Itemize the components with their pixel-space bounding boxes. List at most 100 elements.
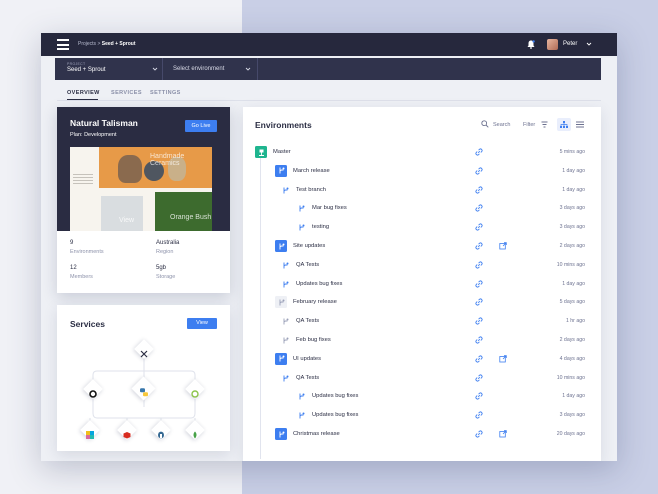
- environment-select[interactable]: Select environment: [173, 66, 224, 72]
- stat-storage: 5gb Storage: [156, 265, 175, 280]
- notification-bell-icon[interactable]: [527, 40, 535, 49]
- environment-row[interactable]: Mar bug fixes 3 days ago: [243, 200, 601, 218]
- elastic-icon: [86, 426, 94, 439]
- environment-name[interactable]: Mar bug fixes: [312, 205, 347, 211]
- environment-row[interactable]: Updates bug fixes 1 day ago: [243, 276, 601, 294]
- environment-timestamp: 3 days ago: [559, 205, 585, 212]
- link-icon[interactable]: [475, 185, 483, 194]
- link-icon[interactable]: [475, 298, 483, 306]
- environment-row[interactable]: QA Tests 1 hr ago: [243, 313, 601, 331]
- search-icon[interactable]: [481, 120, 489, 128]
- user-name[interactable]: Peter: [563, 41, 577, 47]
- environment-name[interactable]: February release: [293, 299, 337, 305]
- stat-value: 12: [70, 265, 77, 271]
- external-link-icon[interactable]: [499, 355, 507, 363]
- environment-name[interactable]: testing: [312, 224, 329, 230]
- environment-name[interactable]: Updates bug fixes: [296, 281, 342, 287]
- environment-row[interactable]: Feb bug fixes 2 days ago: [243, 332, 601, 350]
- link-icon[interactable]: [475, 279, 483, 288]
- menu-icon[interactable]: [57, 39, 69, 50]
- tab-settings[interactable]: SETTINGS: [150, 90, 181, 96]
- environment-name[interactable]: Master: [273, 149, 291, 155]
- tree-view-button[interactable]: [557, 118, 571, 131]
- environment-timestamp: 3 days ago: [559, 412, 585, 419]
- environment-row[interactable]: Site updates 2 days ago: [243, 238, 601, 256]
- environment-name[interactable]: UI updates: [293, 356, 321, 362]
- stat-members: 12 Members: [70, 265, 93, 280]
- environment-timestamp: 2 days ago: [559, 337, 585, 343]
- project-title: Natural Talisman: [70, 118, 138, 128]
- link-icon[interactable]: [475, 430, 483, 438]
- link-icon[interactable]: [475, 261, 483, 269]
- project-label: PROJECT: [67, 62, 86, 66]
- environment-name[interactable]: Test branch: [296, 187, 326, 193]
- sub-branch-icon: [283, 375, 289, 382]
- sub-branch-icon: [283, 262, 289, 269]
- link-icon[interactable]: [475, 411, 483, 419]
- link-icon[interactable]: [475, 204, 483, 212]
- environment-row[interactable]: March release 1 day ago: [243, 163, 601, 181]
- breadcrumb-root[interactable]: Projects: [78, 41, 96, 47]
- external-link-icon[interactable]: [499, 430, 507, 438]
- site-preview[interactable]: Handmade Ceramics View Orange Bush: [70, 147, 212, 231]
- go-live-button[interactable]: Go Live: [185, 120, 217, 132]
- link-icon[interactable]: [475, 317, 483, 325]
- environment-timestamp: 1 day ago: [562, 186, 585, 193]
- link-icon[interactable]: [475, 373, 483, 382]
- link-icon[interactable]: [475, 336, 483, 344]
- link-icon[interactable]: [475, 355, 483, 363]
- environment-name[interactable]: Updates bug fixes: [312, 393, 358, 399]
- environment-row[interactable]: Master 5 mins ago: [243, 144, 601, 162]
- environment-timestamp: 20 days ago: [556, 431, 585, 437]
- tab-overview[interactable]: OVERVIEW: [67, 90, 100, 96]
- environment-row[interactable]: QA Tests 10 mins ago: [243, 370, 601, 388]
- environment-row[interactable]: February release 5 days ago: [243, 294, 601, 312]
- environment-row[interactable]: Christmas release 20 days ago: [243, 426, 601, 444]
- breadcrumb: Projects > Seed + Sprout: [78, 41, 136, 47]
- sub-branch-icon: [299, 393, 305, 400]
- sub-branch-icon: [299, 205, 305, 212]
- environment-name[interactable]: QA Tests: [296, 262, 319, 268]
- breadcrumb-current: Seed + Sprout: [101, 41, 136, 47]
- environment-name[interactable]: Feb bug fixes: [296, 337, 331, 343]
- sub-branch-icon: [283, 337, 289, 344]
- environment-name[interactable]: March release: [293, 168, 330, 174]
- sub-branch-icon: [283, 318, 289, 325]
- link-icon[interactable]: [475, 223, 483, 231]
- environment-timestamp: 1 day ago: [562, 280, 585, 287]
- external-link-icon[interactable]: [499, 242, 507, 250]
- environment-row[interactable]: Test branch 1 day ago: [243, 182, 601, 200]
- project-selector[interactable]: PROJECT Seed + Sprout: [67, 62, 106, 73]
- filter-button[interactable]: Filter: [523, 122, 535, 128]
- environment-row[interactable]: testing 3 days ago: [243, 219, 601, 237]
- stat-value: 9: [70, 240, 74, 246]
- filter-icon[interactable]: [541, 121, 548, 128]
- environment-row[interactable]: QA Tests 10 mins ago: [243, 257, 601, 275]
- tab-services[interactable]: SERVICES: [111, 90, 142, 96]
- chevron-down-icon[interactable]: [245, 66, 251, 72]
- master-branch-icon: [255, 146, 267, 158]
- chevron-down-icon[interactable]: [152, 66, 158, 72]
- environment-row[interactable]: Updates bug fixes 3 days ago: [243, 407, 601, 425]
- link-icon[interactable]: [475, 242, 483, 250]
- link-icon[interactable]: [475, 167, 483, 175]
- environment-timestamp: 3 days ago: [559, 224, 585, 231]
- branch-glyph-icon: [279, 167, 284, 174]
- environment-name[interactable]: Christmas release: [293, 431, 340, 437]
- environment-name[interactable]: QA Tests: [296, 318, 319, 324]
- link-icon[interactable]: [475, 148, 483, 156]
- environment-name[interactable]: Updates bug fixes: [312, 412, 358, 418]
- environment-name[interactable]: QA Tests: [296, 375, 319, 381]
- environment-row[interactable]: Updates bug fixes 1 day ago: [243, 388, 601, 406]
- environment-row[interactable]: UI updates 4 days ago: [243, 351, 601, 369]
- environment-name[interactable]: Site updates: [293, 243, 325, 249]
- search-button[interactable]: Search: [493, 122, 510, 128]
- chevron-down-icon[interactable]: [586, 41, 592, 47]
- list-view-icon[interactable]: [576, 121, 584, 128]
- avatar[interactable]: [547, 39, 558, 50]
- link-icon[interactable]: [475, 392, 483, 400]
- preview-vase: [118, 155, 142, 183]
- preview-text-lines: [73, 174, 93, 186]
- view-services-button[interactable]: View: [187, 318, 217, 329]
- stat-value: 5gb: [156, 265, 167, 271]
